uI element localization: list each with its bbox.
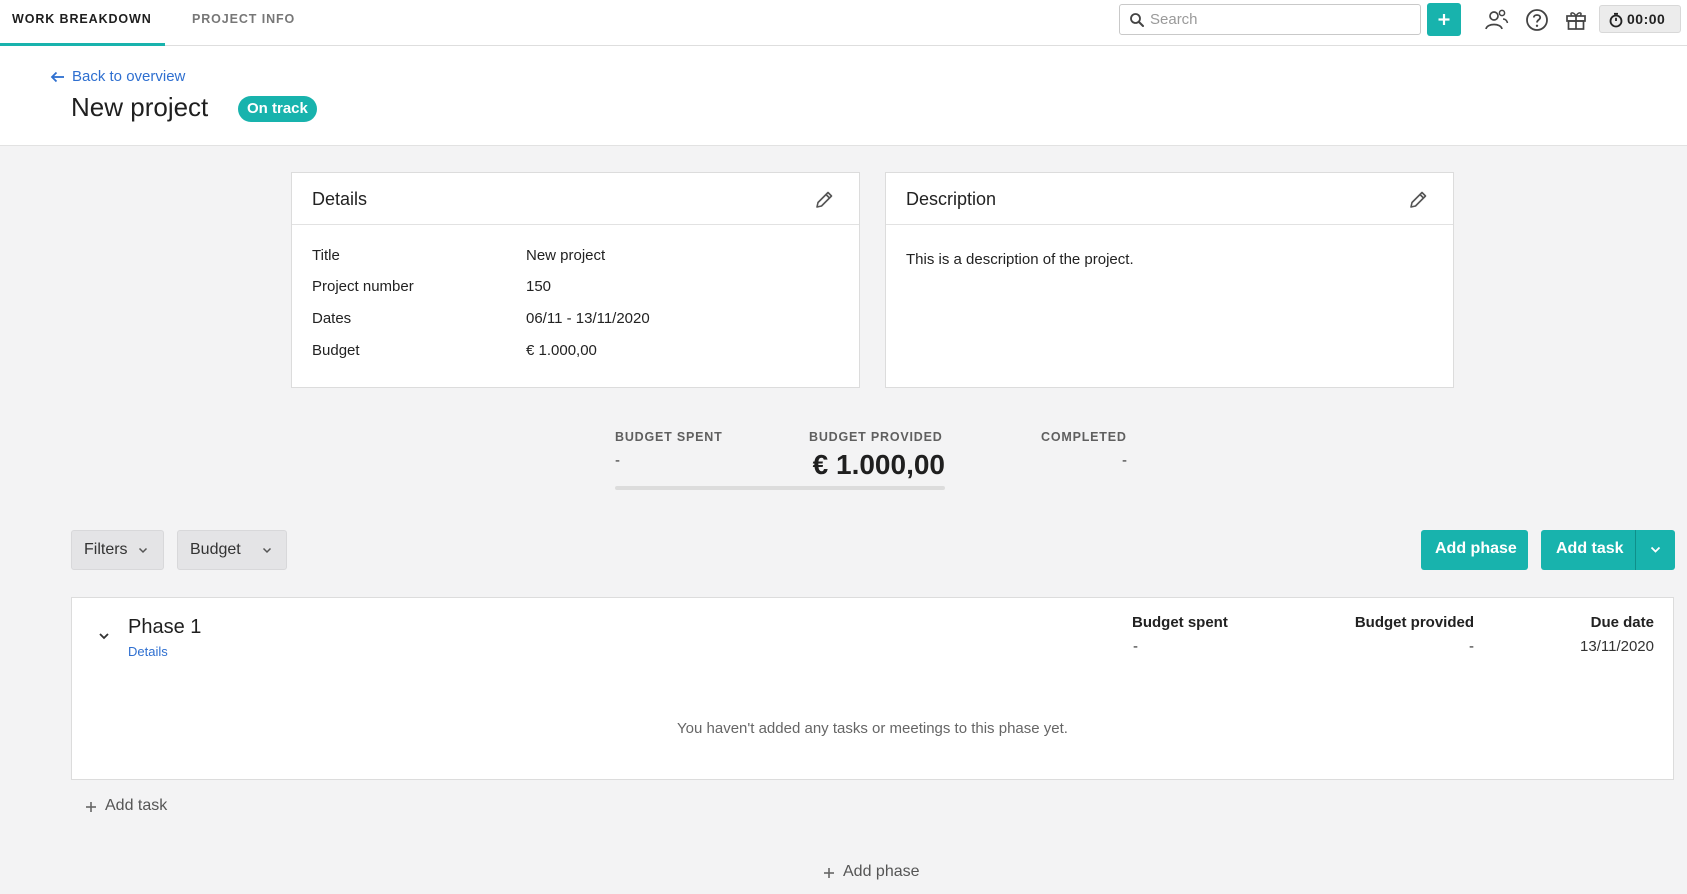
- tab-work-breakdown[interactable]: WORK BREAKDOWN: [0, 0, 165, 46]
- add-task-link-label: Add task: [105, 797, 168, 814]
- add-phase-button[interactable]: Add phase: [1421, 530, 1528, 570]
- plus-icon: [86, 802, 96, 812]
- view-select-value: Budget: [190, 541, 241, 558]
- quick-add-button[interactable]: [1427, 3, 1461, 36]
- add-phase-link-label: Add phase: [843, 863, 920, 880]
- detail-value: New project: [526, 247, 606, 264]
- plus-icon: [824, 868, 834, 878]
- filters-label: Filters: [84, 541, 128, 558]
- detail-value: € 1.000,00: [526, 342, 597, 359]
- add-task-label: Add task: [1556, 540, 1624, 557]
- description-card-header: Description: [886, 173, 1453, 225]
- timer-button[interactable]: 00:00: [1599, 5, 1681, 33]
- arrow-left-icon: [50, 71, 64, 83]
- detail-label: Dates: [312, 310, 352, 327]
- add-task-button[interactable]: Add task: [1541, 530, 1635, 570]
- completed-label: COMPLETED: [1041, 430, 1127, 444]
- page-title: New project: [71, 92, 209, 122]
- details-card: Details Title New project Project number…: [291, 172, 860, 388]
- phase-details-link[interactable]: Details: [128, 644, 168, 659]
- details-card-header: Details: [292, 173, 859, 225]
- budget-spent-label: BUDGET SPENT: [615, 430, 723, 444]
- empty-phase-message: You haven't added any tasks or meetings …: [677, 720, 1068, 737]
- collapse-chevron-icon[interactable]: [98, 632, 110, 640]
- phase-col-due-date-header: Due date: [1590, 614, 1654, 631]
- search-input[interactable]: [1150, 5, 1415, 34]
- project-header: Back to overview New project On track: [0, 46, 1687, 146]
- chevron-down-icon: [138, 547, 148, 554]
- completed-value: -: [1122, 452, 1127, 469]
- budget-provided-label: BUDGET PROVIDED: [809, 430, 943, 444]
- detail-label: Title: [312, 247, 340, 264]
- phase-name[interactable]: Phase 1: [128, 616, 201, 639]
- phase-card: Phase 1 Details Budget spent - Budget pr…: [71, 597, 1674, 780]
- back-label: Back to overview: [72, 68, 186, 85]
- budget-provided-value: € 1.000,00: [812, 449, 945, 480]
- detail-label: Budget: [312, 342, 360, 359]
- stopwatch-icon: [1609, 12, 1623, 28]
- tab-project-info[interactable]: PROJECT INFO: [192, 0, 295, 46]
- help-icon[interactable]: [1523, 6, 1551, 34]
- gift-icon[interactable]: [1562, 6, 1590, 34]
- add-phase-label: Add phase: [1435, 540, 1517, 557]
- top-navigation-bar: WORK BREAKDOWN PROJECT INFO Search 00:00: [0, 0, 1687, 46]
- details-card-title: Details: [312, 189, 368, 209]
- filters-button[interactable]: Filters: [71, 530, 164, 570]
- search-icon: [1130, 13, 1144, 27]
- chevron-down-icon: [1650, 546, 1661, 553]
- add-task-dropdown-toggle[interactable]: [1636, 530, 1675, 570]
- detail-value: 150: [526, 278, 552, 295]
- description-card: Description This is a description of the…: [885, 172, 1454, 388]
- phase-col-due-date-value: 13/11/2020: [1580, 638, 1654, 655]
- plus-icon: [1438, 14, 1450, 25]
- detail-label: Project number: [312, 278, 414, 295]
- budget-progress-bar: [615, 486, 945, 490]
- phase-col-budget-spent-value: -: [1133, 638, 1138, 655]
- detail-value: 06/11 - 13/11/2020: [526, 310, 650, 327]
- budget-spent-value: -: [615, 452, 620, 469]
- timer-value: 00:00: [1627, 11, 1666, 27]
- phase-col-budget-provided-value: -: [1469, 638, 1474, 655]
- search-box[interactable]: [1119, 4, 1421, 35]
- description-text: This is a description of the project.: [906, 251, 1134, 268]
- edit-pencil-icon[interactable]: [813, 189, 835, 211]
- split-button-divider: [1635, 530, 1636, 570]
- phase-col-budget-provided-header: Budget provided: [1354, 614, 1474, 631]
- description-card-title: Description: [906, 189, 997, 209]
- edit-pencil-icon[interactable]: [1407, 189, 1429, 211]
- status-badge[interactable]: On track: [238, 96, 317, 122]
- phase-col-budget-spent-header: Budget spent: [1132, 614, 1228, 631]
- chevron-down-icon: [262, 547, 272, 554]
- people-icon[interactable]: [1482, 6, 1510, 34]
- view-select-dropdown[interactable]: Budget: [177, 530, 287, 570]
